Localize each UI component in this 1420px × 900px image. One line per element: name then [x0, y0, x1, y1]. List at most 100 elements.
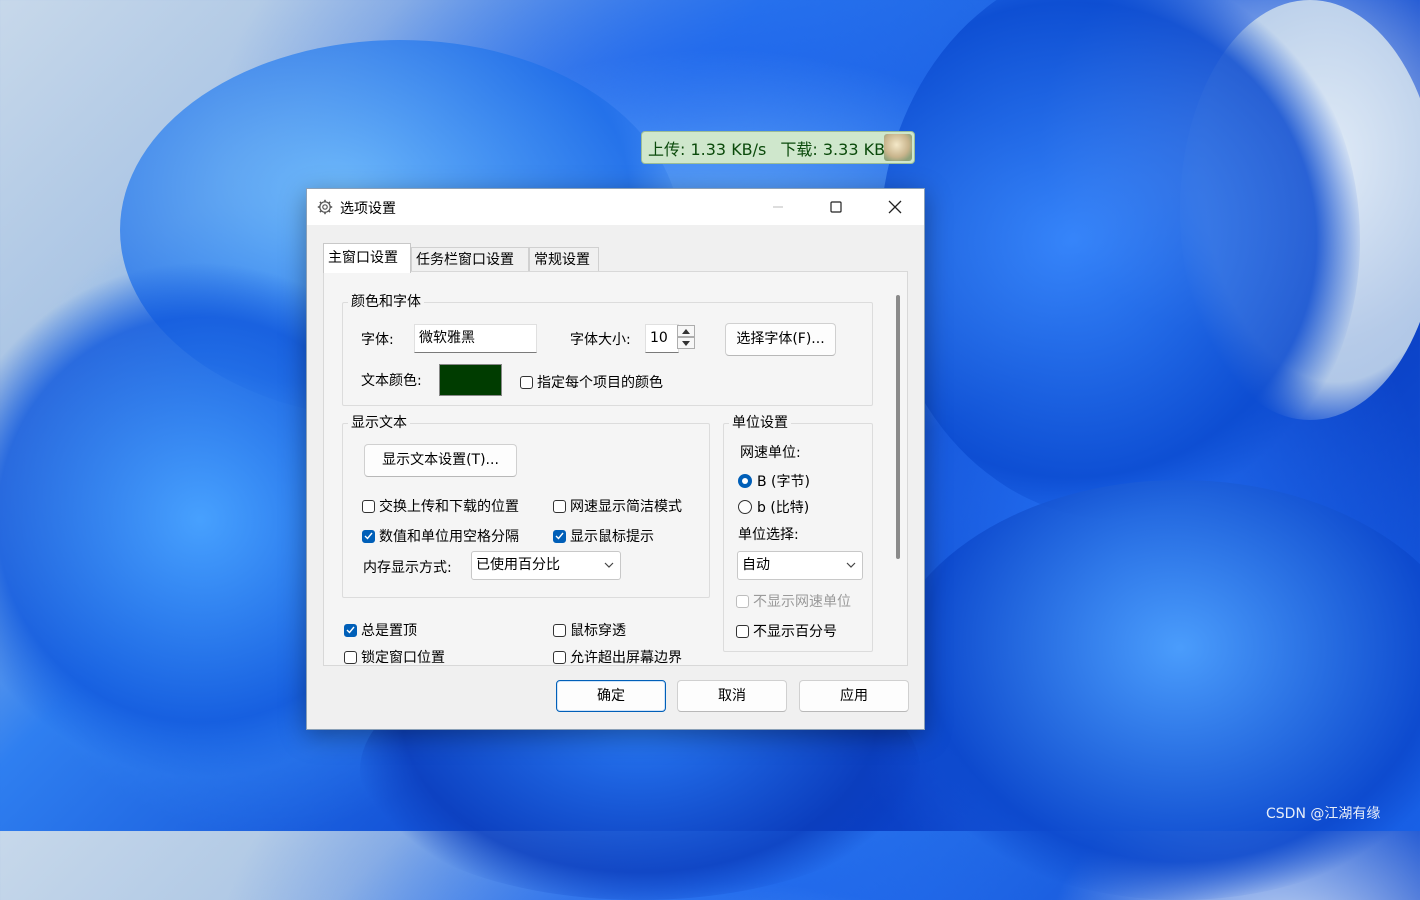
maximize-icon — [830, 201, 842, 213]
ok-label: 确定 — [597, 688, 625, 704]
chevron-up-icon — [682, 328, 690, 334]
checkbox-box — [553, 650, 566, 664]
checkbox-label: 数值和单位用空格分隔 — [379, 529, 519, 545]
radio-label: b (比特) — [757, 500, 810, 516]
checkbox-label: 显示鼠标提示 — [570, 529, 654, 545]
chevron-down-icon — [604, 562, 614, 568]
dialog-title: 选项设置 — [340, 201, 396, 217]
checkbox-label: 交换上传和下载的位置 — [379, 499, 519, 515]
mouse-tooltip-checkbox[interactable]: 显示鼠标提示 — [553, 526, 654, 546]
font-label: 字体: — [361, 332, 394, 348]
unit-select[interactable]: 自动 — [737, 551, 863, 580]
checkmark-icon — [346, 626, 355, 634]
font-size-label: 字体大小: — [570, 332, 631, 348]
select-value: 已使用百分比 — [476, 557, 560, 573]
download-speed-text: 下载: 3.33 KB/s — [780, 139, 899, 159]
per-item-color-checkbox[interactable]: 指定每个项目的颜色 — [520, 372, 663, 392]
text-color-swatch[interactable] — [439, 364, 502, 396]
checkbox-box — [553, 623, 566, 637]
swap-up-down-checkbox[interactable]: 交换上传和下载的位置 — [362, 496, 519, 516]
checkbox-label: 不显示百分号 — [753, 624, 837, 640]
watermark-text: CSDN @江湖有缘 — [1266, 806, 1381, 822]
checkbox-label: 指定每个项目的颜色 — [537, 375, 663, 391]
wallpaper-petal — [880, 0, 1360, 520]
tab-label: 常规设置 — [534, 252, 590, 268]
mouse-through-checkbox[interactable]: 鼠标穿透 — [553, 620, 626, 640]
network-speed-widget[interactable]: 上传: 1.33 KB/s 下载: 3.33 KB/s — [641, 131, 915, 164]
apply-button[interactable]: 应用 — [799, 680, 909, 712]
hide-speed-unit-checkbox: 不显示网速单位 — [736, 591, 851, 611]
checkbox-box — [362, 529, 375, 543]
wallpaper-petal — [880, 480, 1420, 900]
ok-button[interactable]: 确定 — [556, 680, 666, 712]
radio-dot — [738, 500, 752, 514]
checkbox-box — [344, 623, 357, 637]
gear-icon — [317, 199, 333, 215]
tab-general[interactable]: 常规设置 — [529, 247, 599, 272]
vertical-scrollbar[interactable] — [889, 273, 907, 665]
cancel-label: 取消 — [718, 688, 746, 704]
always-on-top-checkbox[interactable]: 总是置顶 — [344, 620, 417, 640]
text-color-label: 文本颜色: — [361, 373, 422, 389]
checkbox-label: 鼠标穿透 — [570, 623, 626, 639]
tab-taskbar-window[interactable]: 任务栏窗口设置 — [411, 247, 529, 272]
checkmark-icon — [364, 532, 373, 540]
apply-label: 应用 — [840, 688, 868, 704]
font-name-field[interactable]: 微软雅黑 — [414, 324, 537, 353]
close-button[interactable] — [866, 189, 924, 225]
checkbox-box — [520, 375, 533, 389]
options-dialog: 选项设置 主窗口设置 任务栏窗口设置 常规设置 颜色和字体 字体: 微软雅黑 字… — [306, 188, 925, 730]
group-display-text: 显示文本 显示文本设置(T)... 交换上传和下载的位置 网速显示简洁模式 数值… — [342, 414, 710, 598]
checkbox-label: 总是置顶 — [361, 623, 417, 639]
unit-select-label: 单位选择: — [738, 527, 799, 543]
checkbox-box — [736, 624, 749, 638]
simple-mode-checkbox[interactable]: 网速显示简洁模式 — [553, 496, 682, 516]
memory-mode-label: 内存显示方式: — [363, 560, 452, 576]
wallpaper-petal — [1180, 0, 1420, 420]
stepper-up-button[interactable] — [677, 325, 695, 337]
group-unit-settings: 单位设置 网速单位: B (字节) b (比特) 单位选择: 自动 不显示网速单… — [723, 414, 873, 652]
checkbox-box — [553, 499, 566, 513]
cancel-button[interactable]: 取消 — [677, 680, 787, 712]
dialog-titlebar[interactable]: 选项设置 — [307, 189, 924, 225]
maximize-button[interactable] — [807, 189, 865, 225]
widget-skin-image — [884, 134, 912, 161]
choose-font-button[interactable]: 选择字体(F)... — [725, 323, 836, 356]
minimize-button[interactable] — [749, 189, 807, 225]
checkbox-label: 锁定窗口位置 — [361, 650, 445, 666]
font-size-stepper[interactable] — [677, 325, 695, 349]
space-separator-checkbox[interactable]: 数值和单位用空格分隔 — [362, 526, 519, 546]
checkbox-box — [362, 499, 375, 513]
group-label: 单位设置 — [729, 414, 791, 432]
memory-mode-select[interactable]: 已使用百分比 — [471, 551, 621, 580]
tab-label: 主窗口设置 — [328, 250, 398, 266]
tab-main-window[interactable]: 主窗口设置 — [323, 243, 411, 273]
minimize-icon — [773, 206, 783, 208]
font-size-field[interactable]: 10 — [645, 324, 679, 353]
speed-unit-label: 网速单位: — [740, 445, 801, 461]
checkbox-label: 网速显示简洁模式 — [570, 499, 682, 515]
radio-label: B (字节) — [757, 474, 810, 490]
display-text-settings-button[interactable]: 显示文本设置(T)... — [364, 444, 517, 477]
group-label: 显示文本 — [348, 414, 410, 432]
hide-percent-checkbox[interactable]: 不显示百分号 — [736, 621, 837, 641]
unit-bit-radio[interactable]: b (比特) — [738, 497, 809, 517]
radio-dot — [738, 474, 752, 488]
checkbox-box — [553, 529, 566, 543]
tab-page-main-window: 颜色和字体 字体: 微软雅黑 字体大小: 10 选择字体(F)... 文本颜色: — [323, 271, 908, 666]
chevron-down-icon — [846, 562, 856, 568]
select-value: 自动 — [742, 557, 770, 573]
unit-byte-radio[interactable]: B (字节) — [738, 471, 810, 491]
stepper-down-button[interactable] — [677, 337, 695, 349]
tab-label: 任务栏窗口设置 — [416, 252, 514, 268]
lock-window-position-checkbox[interactable]: 锁定窗口位置 — [344, 647, 445, 666]
checkbox-label: 允许超出屏幕边界 — [570, 650, 682, 666]
font-name-value: 微软雅黑 — [419, 330, 475, 346]
close-icon — [888, 200, 902, 214]
allow-offscreen-checkbox[interactable]: 允许超出屏幕边界 — [553, 647, 682, 666]
checkmark-icon — [555, 532, 564, 540]
checkbox-box — [736, 594, 749, 608]
checkbox-label: 不显示网速单位 — [753, 594, 851, 610]
scrollbar-thumb[interactable] — [896, 295, 900, 559]
chevron-down-icon — [682, 340, 690, 346]
